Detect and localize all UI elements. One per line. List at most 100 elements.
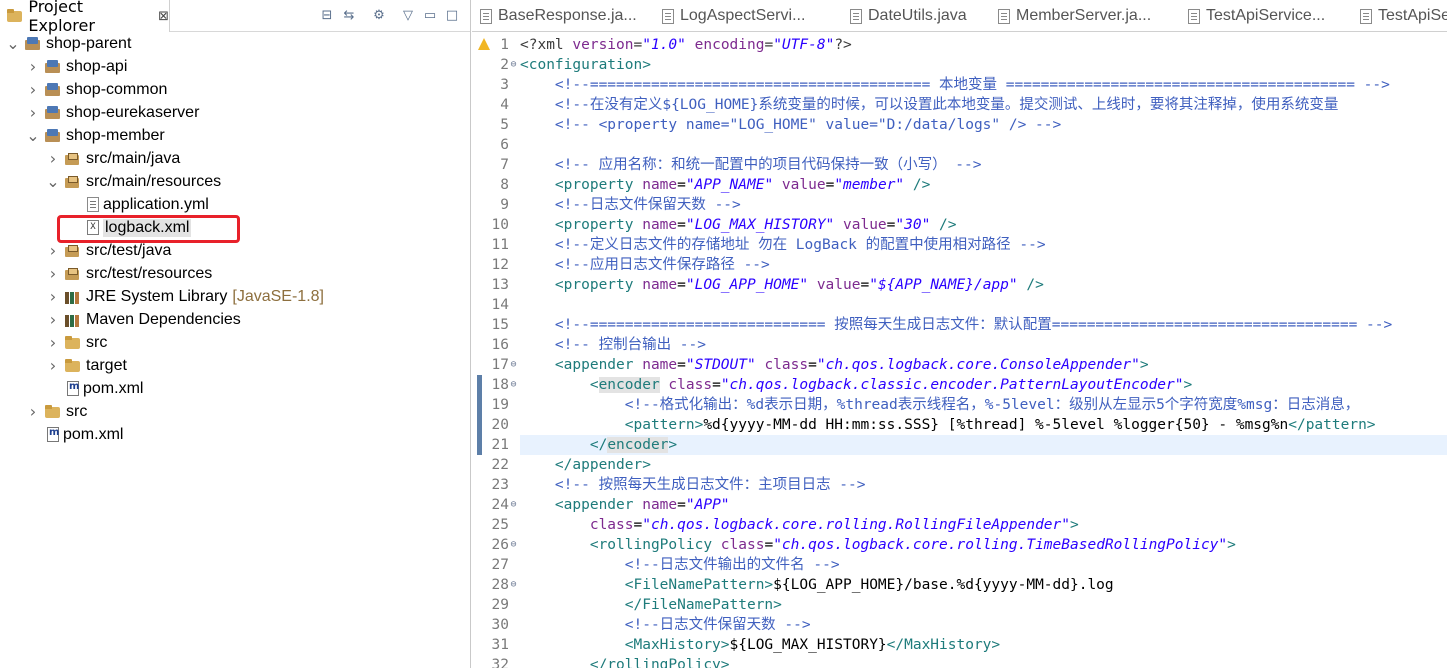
code-line[interactable]: 4 <!--在没有定义${LOG_HOME}系统变量的时候，可以设置此本地变量。… <box>472 95 1447 115</box>
code-line[interactable]: 21 </encoder> <box>472 435 1447 455</box>
code-line[interactable]: 12 <!--应用日志文件保存路径 --> <box>472 255 1447 275</box>
editor-tab[interactable]: TestApiService... <box>1188 0 1325 31</box>
fold-toggle-icon[interactable]: ⊖ <box>509 535 518 555</box>
tree-item[interactable]: › shop-eurekaserver <box>26 101 200 124</box>
code-text: <!--应用日志文件保存路径 --> <box>520 255 770 275</box>
collapsed-chevron-icon[interactable]: › <box>46 333 60 352</box>
code-line[interactable]: 15 <!--=========================== 按照每天生… <box>472 315 1447 335</box>
project-explorer-tab[interactable]: Project Explorer ⊠ <box>0 0 170 35</box>
collapsed-chevron-icon[interactable]: › <box>46 264 60 283</box>
code-token: = <box>712 377 721 393</box>
tree-item[interactable]: pom.xml <box>26 423 123 446</box>
code-line[interactable]: 14 <box>472 295 1447 315</box>
code-token: <MaxHistory> <box>520 637 730 653</box>
code-line[interactable]: 31 <MaxHistory>${LOG_MAX_HISTORY}</MaxHi… <box>472 635 1447 655</box>
tree-item[interactable]: › src/test/resources <box>46 262 212 285</box>
editor-tab[interactable]: BaseResponse.ja... <box>480 0 637 31</box>
code-token: <!--在没有定义${LOG_HOME}系统变量的时候，可以设置此本地变量。提交… <box>520 97 1339 113</box>
fold-toggle-icon[interactable]: ⊖ <box>509 55 518 75</box>
code-text: </FileNamePattern> <box>520 595 782 615</box>
code-token: > <box>1139 357 1149 373</box>
editor-tab[interactable]: MemberServer.ja... <box>998 0 1151 31</box>
code-line[interactable]: 28 ⊖ <FileNamePattern>${LOG_APP_HOME}/bas… <box>472 575 1447 595</box>
code-line[interactable]: 29 </FileNamePattern> <box>472 595 1447 615</box>
expanded-chevron-icon[interactable]: ⌄ <box>6 34 20 53</box>
link-with-editor-icon[interactable]: ⇆ <box>340 6 358 24</box>
code-token: <?xml <box>520 37 573 53</box>
collapsed-chevron-icon[interactable]: › <box>46 356 60 375</box>
line-number: 19 <box>491 397 509 413</box>
code-token: name <box>642 177 678 193</box>
tree-item[interactable]: › shop-api <box>26 55 128 78</box>
code-line[interactable]: 1 <?xml version="1.0" encoding="UTF-8"?> <box>472 35 1447 55</box>
code-token: "member" <box>834 177 905 193</box>
tree-item[interactable]: › Maven Dependencies <box>46 308 241 331</box>
filter-icon[interactable]: ⚙ <box>370 6 388 24</box>
code-line[interactable]: 2 ⊖ <configuration> <box>472 55 1447 75</box>
editor-tab[interactable]: LogAspectServi... <box>662 0 805 31</box>
expanded-chevron-icon[interactable]: ⌄ <box>26 126 40 145</box>
tree-item[interactable]: ⌄ shop-parent <box>6 32 131 55</box>
tree-item[interactable]: ⌄ shop-member <box>26 124 164 147</box>
code-line[interactable]: 20 <pattern>%d{yyyy-MM-dd HH:mm:ss.SSS} … <box>472 415 1447 435</box>
code-line[interactable]: 30 <!--日志文件保留天数 --> <box>472 615 1447 635</box>
fold-toggle-icon[interactable]: ⊖ <box>509 495 518 515</box>
code-line[interactable]: 19 <!--格式化输出：%d表示日期，%thread表示线程名，%-5leve… <box>472 395 1447 415</box>
tree-item[interactable]: › target <box>46 354 127 377</box>
line-number: 11 <box>491 237 509 253</box>
fold-toggle-icon[interactable]: ⊖ <box>509 355 518 375</box>
code-line[interactable]: 22 </appender> <box>472 455 1447 475</box>
collapsed-chevron-icon[interactable]: › <box>26 57 40 76</box>
line-number: 10 <box>491 217 509 233</box>
code-line[interactable]: 25 class="ch.qos.logback.core.rolling.Ro… <box>472 515 1447 535</box>
code-token: value <box>816 277 861 293</box>
collapsed-chevron-icon[interactable]: › <box>26 80 40 99</box>
code-text: <MaxHistory>${LOG_MAX_HISTORY}</MaxHisto… <box>520 635 1000 655</box>
collapsed-chevron-icon[interactable]: › <box>46 241 60 260</box>
code-line[interactable]: 6 <box>472 135 1447 155</box>
code-line[interactable]: 26 ⊖ <rollingPolicy class="ch.qos.logback… <box>472 535 1447 555</box>
tree-item[interactable]: › src/main/java <box>46 147 180 170</box>
view-menu-icon[interactable]: ▽ <box>399 6 417 24</box>
collapsed-chevron-icon[interactable]: › <box>46 149 60 168</box>
code-area[interactable]: 1 <?xml version="1.0" encoding="UTF-8"?> 2… <box>472 32 1447 668</box>
collapsed-chevron-icon[interactable]: › <box>46 310 60 329</box>
code-line[interactable]: 27 <!--日志文件输出的文件名 --> <box>472 555 1447 575</box>
tree-item-label: shop-api <box>66 57 128 75</box>
tree-item[interactable]: › shop-common <box>26 78 168 101</box>
editor-tab[interactable]: DateUtils.java <box>850 0 967 31</box>
close-icon[interactable]: ⊠ <box>158 9 169 24</box>
expanded-chevron-icon[interactable]: ⌄ <box>46 172 60 191</box>
code-line[interactable]: 10 <property name="LOG_MAX_HISTORY" valu… <box>472 215 1447 235</box>
code-line[interactable]: 8 <property name="APP_NAME" value="membe… <box>472 175 1447 195</box>
code-line[interactable]: 5 <!-- <property name="LOG_HOME" value="… <box>472 115 1447 135</box>
fold-toggle-icon[interactable]: ⊖ <box>509 375 518 395</box>
editor-tab[interactable]: TestApiSe <box>1360 0 1447 31</box>
tree-item[interactable]: ⌄ src/main/resources <box>46 170 221 193</box>
code-line[interactable]: 16 <!-- 控制台输出 --> <box>472 335 1447 355</box>
code-line[interactable]: 3 <!--==================================… <box>472 75 1447 95</box>
code-line[interactable]: 7 <!-- 应用名称：和统一配置中的项目代码保持一致（小写） --> <box>472 155 1447 175</box>
minimize-icon[interactable]: ▭ <box>421 6 439 24</box>
code-line[interactable]: 17 ⊖ <appender name="STDOUT" class="ch.qo… <box>472 355 1447 375</box>
tree-item[interactable]: › src <box>46 331 108 354</box>
collapsed-chevron-icon[interactable]: › <box>26 402 40 421</box>
tree-item[interactable]: pom.xml <box>46 377 143 400</box>
code-line[interactable]: 24 ⊖ <appender name="APP" <box>472 495 1447 515</box>
library-icon <box>64 312 82 328</box>
fold-toggle-icon[interactable]: ⊖ <box>509 575 518 595</box>
code-token: class <box>764 357 809 373</box>
tree-item[interactable]: › src <box>26 400 88 423</box>
tree-item[interactable]: application.yml <box>66 193 209 216</box>
collapse-all-icon[interactable]: ⊟ <box>318 6 336 24</box>
code-line[interactable]: 9 <!--日志文件保留天数 --> <box>472 195 1447 215</box>
code-line[interactable]: 23 <!-- 按照每天生成日志文件：主项目日志 --> <box>472 475 1447 495</box>
collapsed-chevron-icon[interactable]: › <box>26 103 40 122</box>
code-line[interactable]: 32 </rollingPolicy> <box>472 655 1447 668</box>
code-line[interactable]: 11 <!--定义日志文件的存储地址 勿在 LogBack 的配置中使用相对路径… <box>472 235 1447 255</box>
maximize-icon[interactable]: □ <box>443 6 461 24</box>
code-line[interactable]: 18 ⊖ <encoder class="ch.qos.logback.class… <box>472 375 1447 395</box>
code-line[interactable]: 13 <property name="LOG_APP_HOME" value="… <box>472 275 1447 295</box>
collapsed-chevron-icon[interactable]: › <box>46 287 60 306</box>
tree-item[interactable]: › JRE System Library [JavaSE-1.8] <box>46 285 324 308</box>
